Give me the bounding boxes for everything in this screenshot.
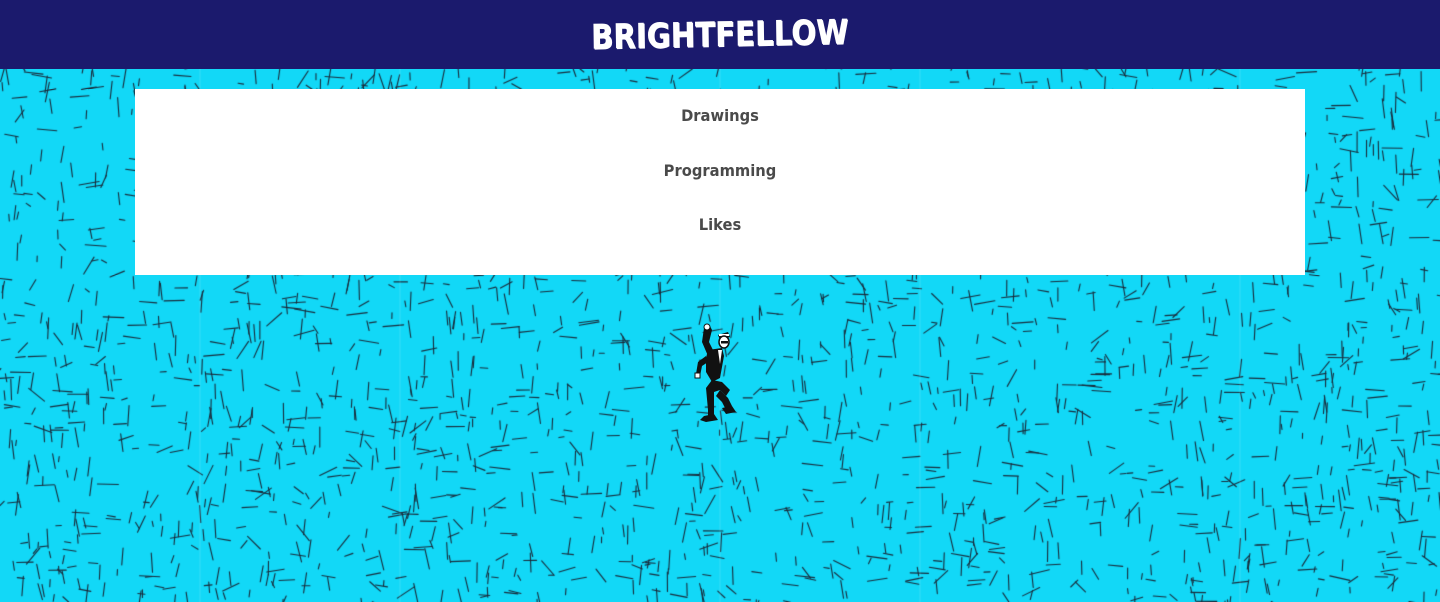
site-header: BRIGHTFELLOW bbox=[0, 0, 1440, 69]
nav-panel: Drawings Programming Likes bbox=[135, 89, 1305, 275]
site-title[interactable]: BRIGHTFELLOW bbox=[591, 12, 849, 57]
nav-link-drawings[interactable]: Drawings bbox=[182, 106, 1258, 125]
nav-link-programming[interactable]: Programming bbox=[182, 161, 1258, 180]
nav-link-likes[interactable]: Likes bbox=[182, 215, 1258, 234]
dancing-man-icon bbox=[694, 323, 736, 422]
